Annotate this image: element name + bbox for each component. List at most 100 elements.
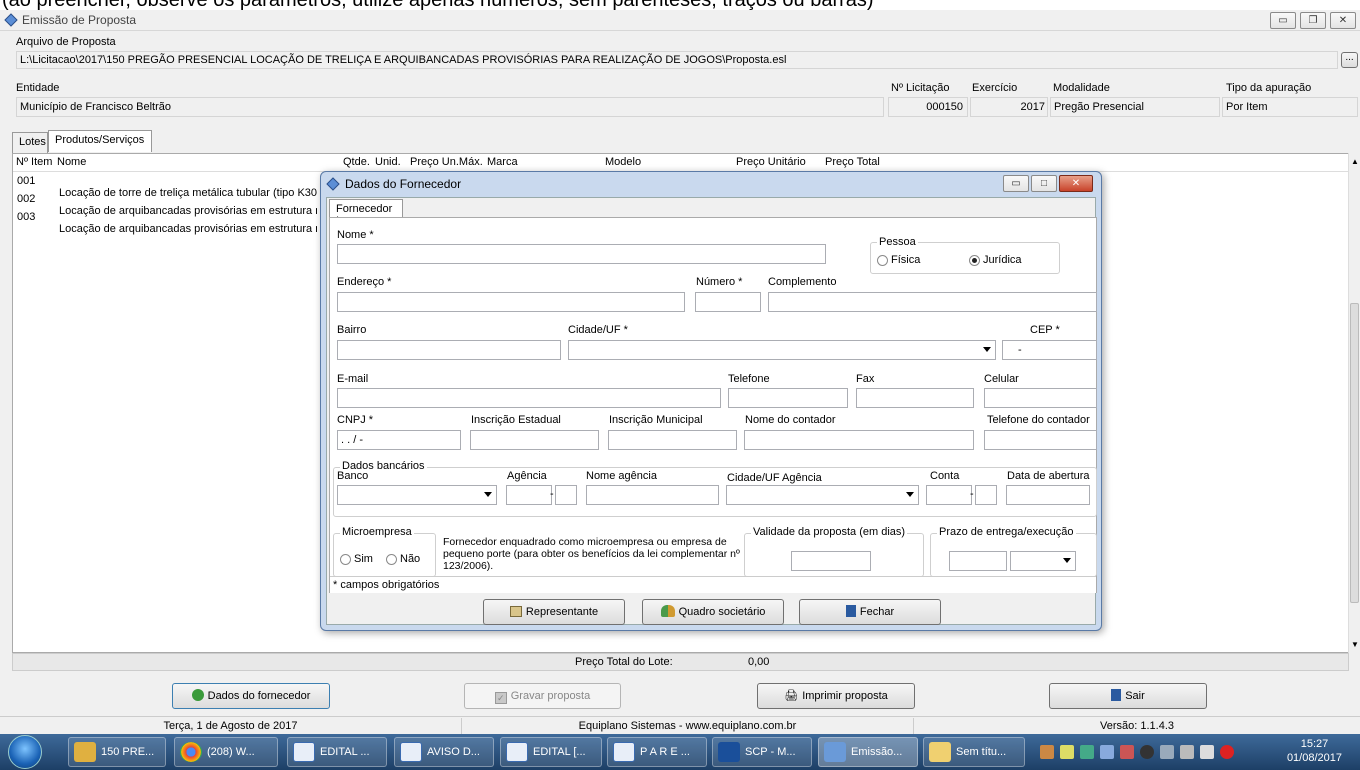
conta-digit-input[interactable] bbox=[975, 485, 997, 505]
col-marca[interactable]: Marca bbox=[487, 156, 518, 168]
tab-produtos-servicos[interactable]: Produtos/Serviços bbox=[48, 130, 152, 152]
tray-icon[interactable] bbox=[1040, 745, 1054, 759]
email-input[interactable] bbox=[337, 388, 721, 408]
restore-button[interactable]: ❐ bbox=[1300, 12, 1326, 29]
bairro-label: Bairro bbox=[337, 324, 367, 336]
volume-icon[interactable] bbox=[1180, 745, 1194, 759]
arquivo-field[interactable]: L:\Licitacao\2017\150 PREGÃO PRESENCIAL … bbox=[16, 51, 1338, 69]
modalidade-field: Pregão Presencial bbox=[1050, 97, 1220, 117]
clock[interactable]: 15:27 01/08/2017 bbox=[1287, 737, 1342, 765]
start-button[interactable] bbox=[8, 735, 42, 769]
numero-input[interactable] bbox=[695, 292, 761, 312]
row-item: 003 bbox=[17, 211, 36, 223]
representante-button[interactable]: Representante bbox=[483, 599, 625, 625]
imprimir-proposta-button[interactable]: 🖨 Imprimir proposta bbox=[757, 683, 915, 709]
network-icon[interactable] bbox=[1160, 745, 1174, 759]
taskbar-item-word[interactable]: AVISO D... bbox=[394, 737, 494, 767]
dialog-close-button[interactable]: ✕ bbox=[1059, 175, 1093, 192]
modalidade-value: Pregão Presencial bbox=[1054, 101, 1144, 113]
juridica-radio[interactable] bbox=[969, 255, 980, 266]
user-icon bbox=[191, 689, 204, 701]
taskbar-item-paint[interactable]: Sem títu... bbox=[923, 737, 1025, 767]
scroll-down-icon[interactable]: ▼ bbox=[1351, 640, 1359, 649]
sim-radio[interactable] bbox=[340, 554, 351, 565]
close-button[interactable]: ✕ bbox=[1330, 12, 1356, 29]
nome-input[interactable] bbox=[337, 244, 826, 264]
tray-icon[interactable] bbox=[1120, 745, 1134, 759]
dialog-title: Dados do Fornecedor bbox=[345, 177, 462, 191]
dialog-minimize-button[interactable]: ▭ bbox=[1003, 175, 1029, 192]
insc-municipal-input[interactable] bbox=[608, 430, 737, 450]
cnpj-mask: . . / - bbox=[341, 434, 363, 446]
col-qtde[interactable]: Qtde. bbox=[343, 156, 370, 168]
quadro-societario-button[interactable]: Quadro societário bbox=[642, 599, 784, 625]
insc-estadual-input[interactable] bbox=[470, 430, 599, 450]
telefone-input[interactable] bbox=[728, 388, 848, 408]
celular-input[interactable] bbox=[984, 388, 1097, 408]
col-modelo[interactable]: Modelo bbox=[605, 156, 641, 168]
col-unid[interactable]: Unid. bbox=[375, 156, 401, 168]
nao-radio[interactable] bbox=[386, 554, 397, 565]
complemento-input[interactable] bbox=[768, 292, 1097, 312]
nome-contador-input[interactable] bbox=[744, 430, 974, 450]
taskbar-item-folder[interactable]: 150 PRE... bbox=[68, 737, 166, 767]
browse-button[interactable]: ... bbox=[1341, 52, 1358, 68]
scroll-up-icon[interactable]: ▲ bbox=[1351, 157, 1359, 166]
data-abertura-input[interactable] bbox=[1006, 485, 1090, 505]
tray-icon[interactable] bbox=[1100, 745, 1114, 759]
tab-lotes[interactable]: Lotes bbox=[12, 132, 48, 153]
col-item[interactable]: Nº Item bbox=[16, 156, 52, 168]
sair-button[interactable]: Sair bbox=[1049, 683, 1207, 709]
banco-select[interactable] bbox=[337, 485, 497, 505]
taskbar-item-word[interactable]: EDITAL [... bbox=[500, 737, 602, 767]
col-preco-max[interactable]: Preço Un.Máx. bbox=[410, 156, 483, 168]
tab-fornecedor[interactable]: Fornecedor I bbox=[329, 199, 403, 227]
taskbar-item-scp[interactable]: SCP - M... bbox=[712, 737, 812, 767]
cep-input[interactable]: - bbox=[1002, 340, 1097, 360]
taskbar: 150 PRE... (208) W... EDITAL ... AVISO D… bbox=[0, 734, 1360, 770]
col-preco-total[interactable]: Preço Total bbox=[825, 156, 880, 168]
fechar-button[interactable]: Fechar bbox=[799, 599, 941, 625]
entidade-label: Entidade bbox=[16, 82, 60, 94]
scroll-thumb[interactable] bbox=[1350, 303, 1359, 603]
table-row[interactable]: 001 Locação de torre de treliça metálica… bbox=[17, 175, 317, 199]
data-abertura-label: Data de abertura bbox=[1007, 470, 1090, 482]
agencia-digit-input[interactable] bbox=[555, 485, 577, 505]
conta-input[interactable] bbox=[926, 485, 972, 505]
grid-scrollbar[interactable]: ▲ ▼ bbox=[1348, 153, 1360, 653]
validade-input[interactable] bbox=[791, 551, 871, 571]
minimize-button[interactable]: ▭ bbox=[1270, 12, 1296, 29]
gravar-proposta-button[interactable]: ✓ Gravar proposta bbox=[464, 683, 621, 709]
endereco-input[interactable] bbox=[337, 292, 685, 312]
people-icon bbox=[660, 605, 675, 617]
agencia-label: Agência bbox=[507, 470, 547, 482]
tray-icon[interactable] bbox=[1140, 745, 1154, 759]
taskbar-item-emissao[interactable]: Emissão... bbox=[818, 737, 918, 767]
tray-icon[interactable] bbox=[1080, 745, 1094, 759]
prazo-input[interactable] bbox=[949, 551, 1007, 571]
bairro-input[interactable] bbox=[337, 340, 561, 360]
telefone-contador-input[interactable] bbox=[984, 430, 1097, 450]
dialog-maximize-button[interactable]: □ bbox=[1031, 175, 1057, 192]
cnpj-input[interactable]: . . / - bbox=[337, 430, 461, 450]
taskbar-item-chrome[interactable]: (208) W... bbox=[174, 737, 278, 767]
dados-fornecedor-button[interactable]: Dados do fornecedor bbox=[172, 683, 330, 709]
total-lote-label: Preço Total do Lote: bbox=[575, 656, 673, 668]
table-row[interactable]: 002 Locação de arquibancadas provisórias… bbox=[17, 193, 317, 217]
flag-icon[interactable] bbox=[1200, 745, 1214, 759]
microempresa-group: Microempresa Sim Não bbox=[333, 526, 436, 577]
table-row[interactable]: 003 Locação de arquibancadas provisórias… bbox=[17, 211, 317, 235]
fax-input[interactable] bbox=[856, 388, 974, 408]
agencia-input[interactable] bbox=[506, 485, 552, 505]
cidade-agencia-select[interactable] bbox=[726, 485, 919, 505]
fisica-radio[interactable] bbox=[877, 255, 888, 266]
col-nome[interactable]: Nome bbox=[57, 156, 86, 168]
taskbar-item-word[interactable]: P A R E ... bbox=[607, 737, 707, 767]
tray-icon[interactable] bbox=[1220, 745, 1234, 759]
col-preco-unitario[interactable]: Preço Unitário bbox=[736, 156, 806, 168]
tray-icon[interactable] bbox=[1060, 745, 1074, 759]
taskbar-item-word[interactable]: EDITAL ... bbox=[287, 737, 387, 767]
nome-agencia-input[interactable] bbox=[586, 485, 719, 505]
prazo-unit-select[interactable] bbox=[1010, 551, 1076, 571]
cidade-uf-select[interactable] bbox=[568, 340, 996, 360]
